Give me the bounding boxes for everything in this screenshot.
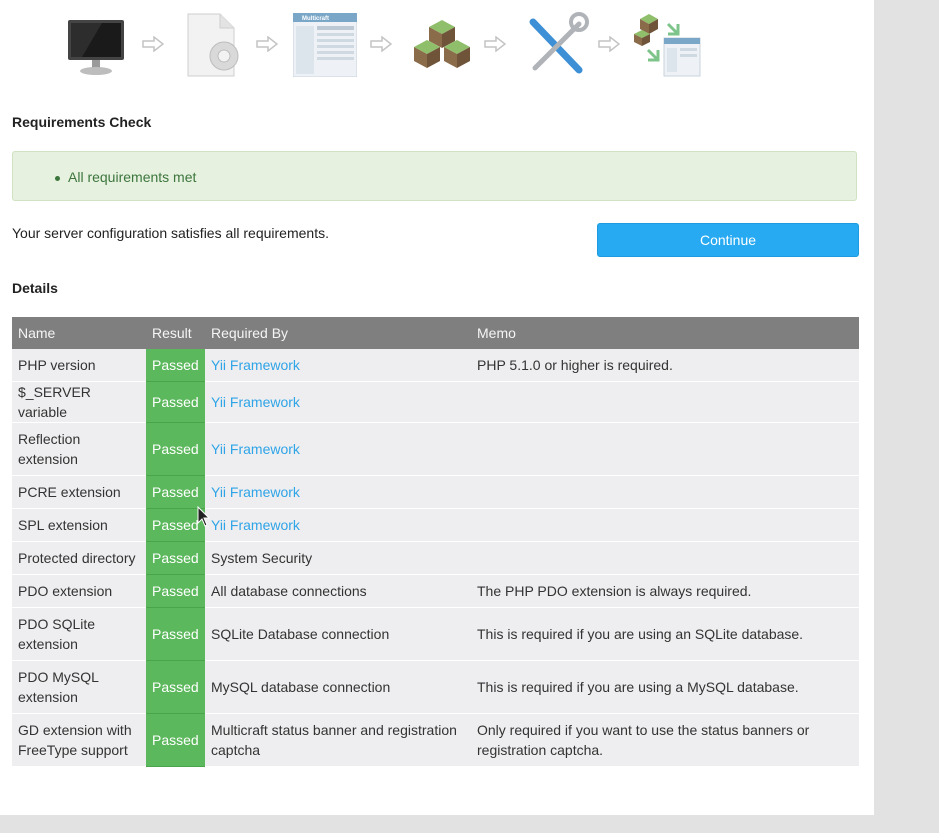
row-name: Reflection extension: [12, 422, 146, 476]
row-result-badge: Passed: [146, 660, 205, 714]
table-header-row: Name Result Required By Memo: [12, 317, 859, 349]
row-required-by: Multicraft status banner and registratio…: [205, 713, 471, 767]
document-gear-icon: [180, 10, 250, 80]
continue-button[interactable]: Continue: [597, 223, 859, 257]
blocks-transfer-icon: [634, 10, 704, 80]
summary-text: Your server configuration satisfies all …: [12, 225, 329, 241]
arrow-icon: [484, 35, 507, 53]
multicraft-screenshot-icon: Multicraft: [292, 12, 363, 83]
row-name: PCRE extension: [12, 475, 146, 509]
row-name: PDO extension: [12, 574, 146, 608]
yii-framework-link[interactable]: Yii Framework: [211, 517, 300, 533]
row-memo: This is required if you are using a MySQ…: [471, 660, 859, 714]
row-result-badge: Passed: [146, 607, 205, 661]
row-memo: The PHP PDO extension is always required…: [471, 574, 859, 608]
table-row: Reflection extension Passed Yii Framewor…: [12, 422, 859, 476]
row-result-badge: Passed: [146, 475, 205, 509]
mouse-cursor-icon: [197, 505, 211, 528]
table-row: PDO MySQL extension Passed MySQL databas…: [12, 660, 859, 714]
row-name: PDO SQLite extension: [12, 607, 146, 661]
row-memo: [471, 381, 859, 423]
tools-icon: [521, 10, 591, 80]
arrow-icon: [598, 35, 621, 53]
row-memo: [471, 541, 859, 575]
row-name: $_SERVER variable: [12, 381, 146, 423]
monitor-icon: [62, 10, 132, 80]
yii-framework-link[interactable]: Yii Framework: [211, 357, 300, 373]
yii-framework-link[interactable]: Yii Framework: [211, 394, 300, 410]
installer-panel: Multicraft Requirements Check All requir…: [0, 0, 874, 815]
row-memo: [471, 422, 859, 476]
row-result-badge: Passed: [146, 381, 205, 423]
install-steps: Multicraft: [62, 10, 722, 82]
row-result-badge: Passed: [146, 422, 205, 476]
yii-framework-link[interactable]: Yii Framework: [211, 441, 300, 457]
multicraft-logo-text: Multicraft: [302, 16, 329, 22]
header-memo: Memo: [471, 317, 859, 349]
row-memo: [471, 475, 859, 509]
row-result-badge: Passed: [146, 713, 205, 767]
row-required-by: System Security: [205, 541, 471, 575]
table-row: Protected directory Passed System Securi…: [12, 541, 859, 575]
row-memo: [471, 508, 859, 542]
requirements-table: Name Result Required By Memo PHP version…: [12, 317, 859, 767]
arrow-icon: [370, 35, 393, 53]
row-result-badge: Passed: [146, 541, 205, 575]
row-name: PHP version: [12, 349, 146, 382]
row-required-by: All database connections: [205, 574, 471, 608]
row-required-by: SQLite Database connection: [205, 607, 471, 661]
table-row: PHP version Passed Yii Framework PHP 5.1…: [12, 349, 859, 382]
row-name: GD extension with FreeType support: [12, 713, 146, 767]
header-name: Name: [12, 317, 146, 349]
row-memo: Only required if you want to use the sta…: [471, 713, 859, 767]
table-row: GD extension with FreeType support Passe…: [12, 713, 859, 767]
arrow-icon: [142, 35, 165, 53]
details-title: Details: [12, 280, 58, 296]
header-required-by: Required By: [205, 317, 471, 349]
table-row: PCRE extension Passed Yii Framework: [12, 475, 859, 509]
header-result: Result: [146, 317, 205, 349]
row-name: SPL extension: [12, 508, 146, 542]
table-row: PDO extension Passed All database connec…: [12, 574, 859, 608]
arrow-icon: [256, 35, 279, 53]
table-row: PDO SQLite extension Passed SQLite Datab…: [12, 607, 859, 661]
minecraft-blocks-icon: [407, 10, 477, 80]
yii-framework-link[interactable]: Yii Framework: [211, 484, 300, 500]
row-name: Protected directory: [12, 541, 146, 575]
row-result-badge: Passed: [146, 574, 205, 608]
alert-message: All requirements met: [54, 169, 197, 185]
row-memo: This is required if you are using an SQL…: [471, 607, 859, 661]
row-name: PDO MySQL extension: [12, 660, 146, 714]
row-required-by: MySQL database connection: [205, 660, 471, 714]
table-row: SPL extension Passed Yii Framework: [12, 508, 859, 542]
success-alert: All requirements met: [12, 151, 857, 201]
row-memo: PHP 5.1.0 or higher is required.: [471, 349, 859, 382]
requirements-check-title: Requirements Check: [12, 114, 152, 130]
row-result-badge: Passed: [146, 349, 205, 382]
table-row: $_SERVER variable Passed Yii Framework: [12, 381, 859, 423]
